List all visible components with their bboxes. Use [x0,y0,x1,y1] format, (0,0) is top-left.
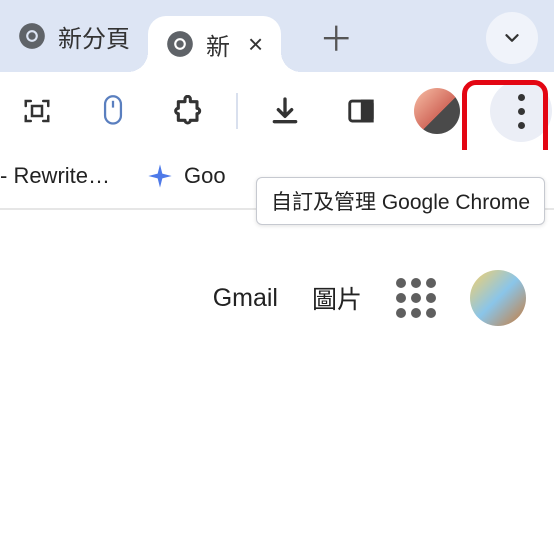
menu-dot-icon [518,108,525,115]
profile-avatar[interactable] [470,270,526,326]
toolbar [0,72,554,150]
tab-active[interactable]: 新 × [148,16,281,72]
tab-strip: 新分頁 新 × ＋ [0,0,554,72]
tab-title: 新 [206,27,230,62]
apps-grid-icon[interactable] [396,278,436,318]
gemini-icon [146,162,174,190]
gmail-link[interactable]: Gmail [213,284,278,313]
ntp-shortcuts: Gmail 圖片 [0,270,554,326]
chrome-icon [166,30,194,58]
fullscreen-icon[interactable] [14,88,60,134]
profile-avatar-small[interactable] [414,88,460,134]
bookmark-label: - Rewrite… [0,163,110,189]
new-tab-button[interactable]: ＋ [319,12,353,61]
downloads-icon[interactable] [262,88,308,134]
sidepanel-icon[interactable] [338,88,384,134]
chrome-icon [18,22,46,50]
close-icon[interactable]: × [242,29,263,60]
menu-dot-icon [518,94,525,101]
chrome-menu-button[interactable] [490,80,552,142]
bookmark-item[interactable]: Goo [146,162,226,190]
tab-search-button[interactable] [486,12,538,64]
menu-dot-icon [518,122,525,129]
menu-tooltip: 自訂及管理 Google Chrome [256,177,545,225]
bookmark-item[interactable]: - Rewrite… [0,163,110,189]
images-link[interactable]: 圖片 [312,280,362,316]
separator [236,93,238,129]
tab-inactive[interactable]: 新分頁 [0,8,148,64]
mouse-icon[interactable] [90,88,136,134]
bookmark-label: Goo [184,163,226,189]
tab-title: 新分頁 [58,19,130,54]
extensions-icon[interactable] [166,88,212,134]
